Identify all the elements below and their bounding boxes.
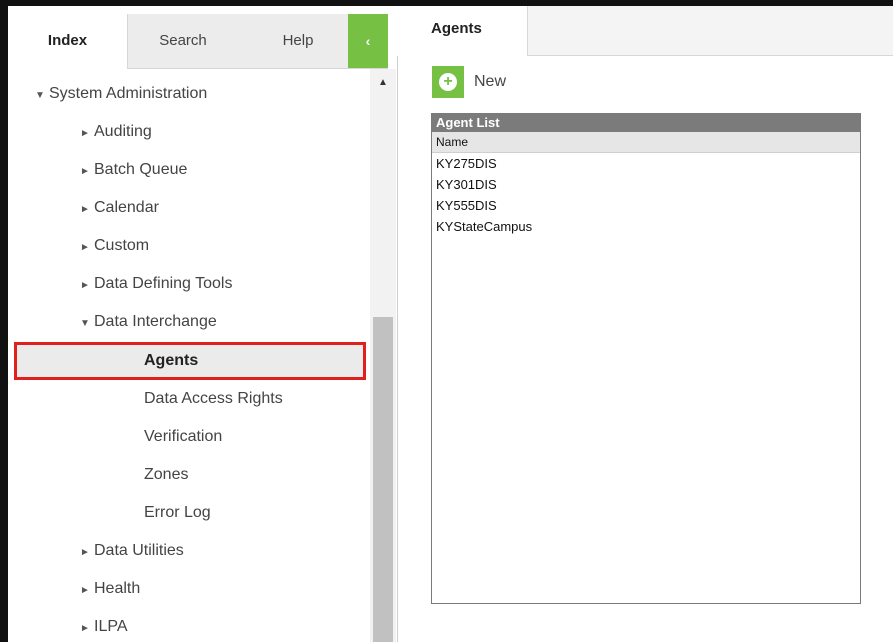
- tree-item-label: Data Defining Tools: [94, 275, 233, 292]
- tree-item-label: Health: [94, 580, 141, 597]
- tree-item-label: Data Access Rights: [144, 390, 283, 407]
- tree-item-data-utilities[interactable]: ► Data Utilities: [8, 532, 370, 570]
- caret-right-icon: ►: [80, 585, 90, 596]
- caret-down-icon: ▼: [80, 318, 90, 329]
- tree-item-data-interchange[interactable]: ▼ Data Interchange: [8, 303, 370, 341]
- tree-item-label: System Administration: [49, 85, 208, 102]
- caret-right-icon: ►: [80, 204, 90, 215]
- tree-item-label: Custom: [94, 237, 150, 254]
- caret-right-icon: ►: [80, 242, 90, 253]
- tree-item-label: Data Utilities: [94, 542, 184, 559]
- tree-item-label: Calendar: [94, 199, 159, 216]
- collapse-sidebar-button[interactable]: ‹: [348, 14, 388, 68]
- sidebar-tabs: Index Search Help: [8, 14, 388, 69]
- tree-item-data-defining-tools[interactable]: ► Data Defining Tools: [8, 265, 370, 303]
- tree-item-agents[interactable]: Agents: [14, 342, 366, 380]
- tree-item-custom[interactable]: ► Custom: [8, 227, 370, 265]
- tree-item-zones[interactable]: Zones: [8, 456, 370, 494]
- tree-item-data-access-rights[interactable]: Data Access Rights: [8, 380, 370, 418]
- tree-item-verification[interactable]: Verification: [8, 418, 370, 456]
- new-button[interactable]: + New: [432, 66, 506, 98]
- tree-item-label: Agents: [144, 352, 199, 369]
- tree-item-system-administration[interactable]: ▼ System Administration: [8, 75, 370, 113]
- agent-list-title: Agent List: [432, 114, 860, 132]
- table-row[interactable]: KY275DIS: [432, 153, 860, 174]
- table-row[interactable]: KY301DIS: [432, 174, 860, 195]
- content-tabbar: Agents: [397, 6, 893, 56]
- chevron-left-icon: ‹: [365, 33, 371, 49]
- agent-list: Agent List Name KY275DIS KY301DIS KY555D…: [431, 113, 861, 604]
- column-header-name[interactable]: Name: [432, 132, 860, 153]
- caret-right-icon: ►: [80, 623, 90, 634]
- tree-item-label: Auditing: [94, 123, 152, 140]
- tree-item-calendar[interactable]: ► Calendar: [8, 189, 370, 227]
- tab-help[interactable]: Help: [248, 14, 348, 68]
- caret-down-icon: ▼: [35, 90, 45, 101]
- scroll-up-arrow-icon[interactable]: ▲: [370, 75, 396, 91]
- table-row[interactable]: KY555DIS: [432, 195, 860, 216]
- tree-item-ilpa[interactable]: ► ILPA: [8, 608, 370, 642]
- caret-right-icon: ►: [80, 166, 90, 177]
- caret-right-icon: ►: [80, 547, 90, 558]
- main-content: Agents + New Agent List Name KY275DIS KY…: [397, 6, 893, 642]
- tree-item-label: ILPA: [94, 618, 128, 635]
- tree-item-label: Data Interchange: [94, 313, 217, 330]
- tree-item-health[interactable]: ► Health: [8, 570, 370, 608]
- new-button-label: New: [474, 73, 507, 90]
- tree-item-label: Zones: [144, 466, 189, 483]
- tree-scrollbar[interactable]: ▲: [370, 69, 396, 642]
- tree-item-label: Error Log: [144, 504, 211, 521]
- tree-item-batch-queue[interactable]: ► Batch Queue: [8, 151, 370, 189]
- caret-right-icon: ►: [80, 128, 90, 139]
- tree-item-label: Batch Queue: [94, 161, 188, 178]
- index-tree: ▼ System Administration ► Auditing ► Batch …: [8, 69, 370, 642]
- sidebar: Index Search Help ‹ ▼ System Administrati…: [8, 6, 398, 642]
- tree-item-label: Verification: [144, 428, 223, 445]
- caret-right-icon: ►: [80, 280, 90, 291]
- tab-agents[interactable]: Agents: [397, 6, 528, 56]
- tree-item-error-log[interactable]: Error Log: [8, 494, 370, 532]
- tree-item-auditing[interactable]: ► Auditing: [8, 113, 370, 151]
- add-icon: +: [432, 66, 464, 98]
- table-row[interactable]: KYStateCampus: [432, 216, 860, 237]
- tab-search[interactable]: Search: [128, 14, 238, 68]
- scrollbar-thumb[interactable]: [373, 317, 393, 642]
- tab-index[interactable]: Index: [8, 14, 128, 69]
